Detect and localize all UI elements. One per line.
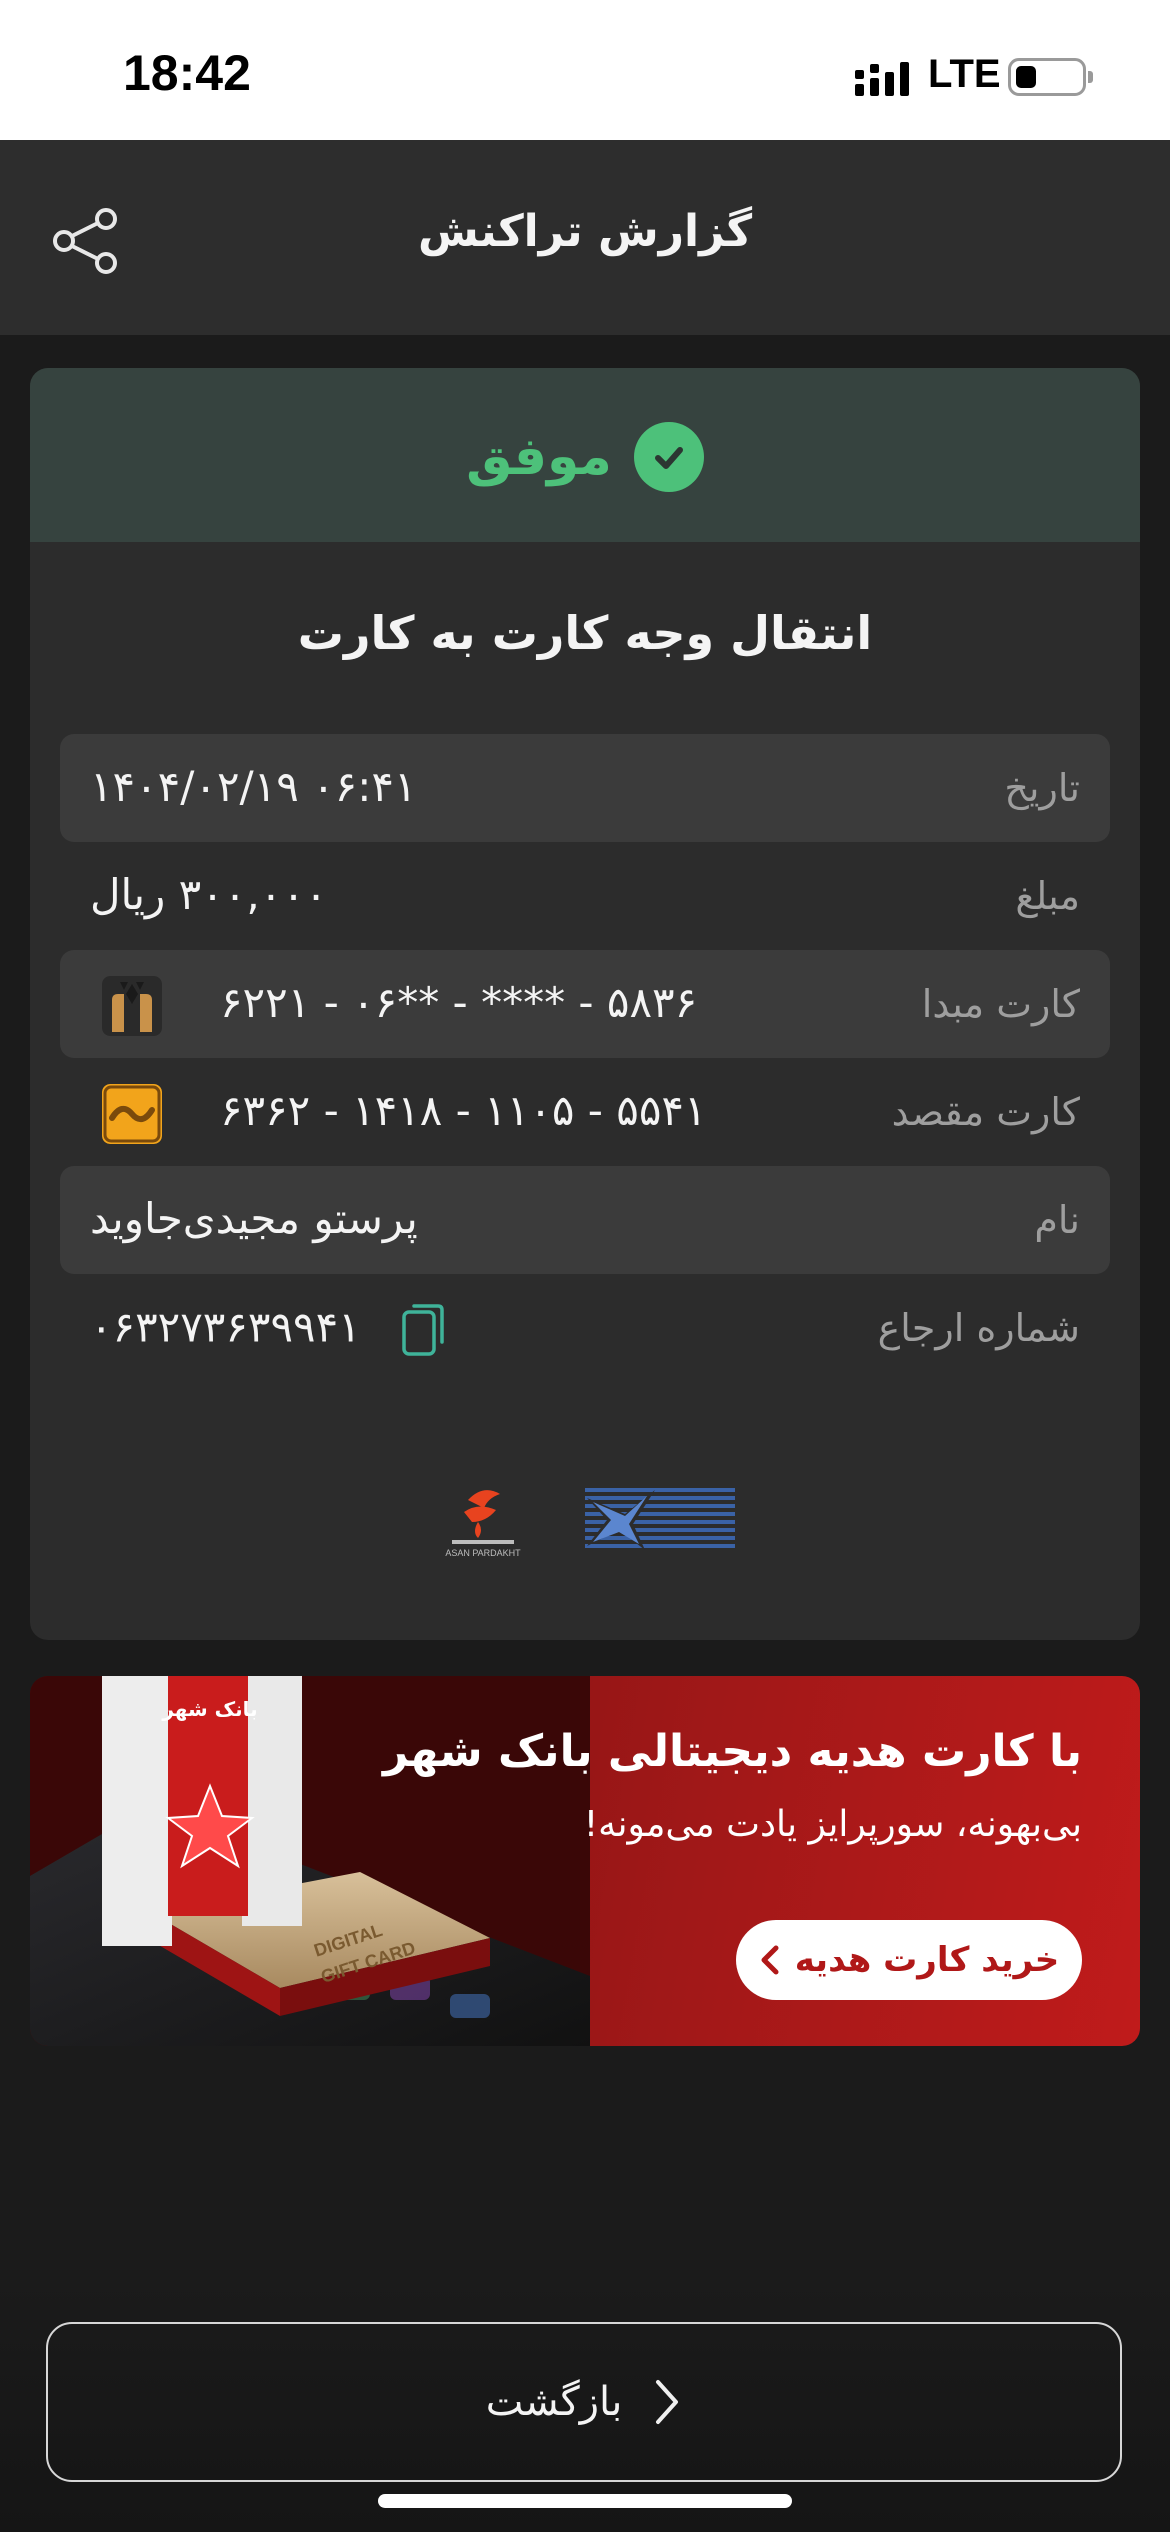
date-label: تاریخ xyxy=(1004,766,1080,810)
destination-bank-logo-icon xyxy=(102,1084,162,1144)
source-bank-logo-icon xyxy=(102,976,162,1036)
reference-number: ۰۶۳۲۷۳۶۳۹۹۴۱ xyxy=(90,1302,361,1352)
partner-logos: ASAN PARDAKHT xyxy=(30,1482,1140,1562)
signal-icon xyxy=(855,62,909,96)
receipt-card: موفق انتقال وجه کارت به کارت تاریخ ۱۴۰۴/… xyxy=(30,368,1140,1640)
back-button[interactable]: بازگشت xyxy=(46,2322,1122,2482)
reference-value-wrap: ۰۶۳۲۷۳۶۳۹۹۴۱ xyxy=(90,1302,446,1358)
source-card-number: ۶۲۲۱ - ۰۶** - **** - ۵۸۳۶ xyxy=(220,978,698,1027)
source-card-label: کارت مبدا xyxy=(921,982,1080,1026)
home-indicator[interactable] xyxy=(378,2494,792,2508)
name-row: نام پرستو مجیدی‌جاوید xyxy=(60,1166,1110,1274)
asan-pardakht-logo: ASAN PARDAKHT xyxy=(445,1490,521,1558)
page-title: گزارش تراکنش xyxy=(417,206,753,257)
chevron-left-icon xyxy=(761,1945,779,1975)
reference-row: شماره ارجاع ۰۶۳۲۷۳۶۳۹۹۴۱ xyxy=(60,1274,1110,1382)
status-time: 18:42 xyxy=(123,45,251,101)
status-text: موفق xyxy=(466,427,612,487)
name-label: نام xyxy=(1034,1198,1080,1242)
copy-icon[interactable] xyxy=(400,1302,446,1358)
battery-icon xyxy=(1008,58,1093,96)
amount-row: مبلغ ۳۰۰,۰۰۰ ریال xyxy=(60,842,1110,950)
amount-value: ۳۰۰,۰۰۰ ریال xyxy=(90,870,328,919)
status-banner: موفق xyxy=(30,368,1140,542)
date-value: ۱۴۰۴/۰۲/۱۹ ۰۶:۴۱ xyxy=(90,762,417,811)
banner-subline: بی‌بهونه، سورپرایز یادت می‌مونه! xyxy=(583,1804,1082,1845)
app-header: گزارش تراکنش xyxy=(0,140,1170,335)
destination-card-number: ۶۳۶۲ - ۱۴۱۸ - ۱۱۰۵ - ۵۵۴۱ xyxy=(220,1086,707,1135)
promo-banner[interactable]: بانک شهر DIGITAL GIFT CARD با کارت هدیه … xyxy=(30,1676,1140,2046)
source-card-row: کارت مبدا ۶۲۲۱ - ۰۶** - **** - ۵۸۳۶ xyxy=(60,950,1110,1058)
package-brand-text: بانک شهر xyxy=(161,1697,257,1721)
transaction-type: انتقال وجه کارت به کارت xyxy=(297,606,873,660)
status-bar: 18:42 LTE xyxy=(0,0,1170,140)
banner-headline: با کارت هدیه دیجیتالی بانک شهر xyxy=(382,1726,1082,1777)
name-value: پرستو مجیدی‌جاوید xyxy=(90,1194,418,1243)
asan-pardakht-text: ASAN PARDAKHT xyxy=(445,1548,521,1558)
destination-card-label: کارت مقصد xyxy=(891,1090,1080,1134)
buy-gift-card-button[interactable]: خرید کارت هدیه xyxy=(736,1920,1082,2000)
network-type: LTE xyxy=(928,52,1001,96)
amount-label: مبلغ xyxy=(1015,874,1080,918)
chevron-right-icon xyxy=(656,2380,679,2424)
date-row: تاریخ ۱۴۰۴/۰۲/۱۹ ۰۶:۴۱ xyxy=(60,734,1110,842)
back-label: بازگشت xyxy=(485,2379,623,2425)
check-circle-icon xyxy=(633,422,704,492)
shaparak-logo xyxy=(585,1488,735,1550)
reference-label: شماره ارجاع xyxy=(877,1306,1080,1350)
destination-card-row: کارت مقصد ۶۳۶۲ - ۱۴۱۸ - ۱۱۰۵ - ۵۵۴۱ xyxy=(60,1058,1110,1166)
buy-gift-card-label: خرید کارت هدیه xyxy=(794,1940,1060,1980)
